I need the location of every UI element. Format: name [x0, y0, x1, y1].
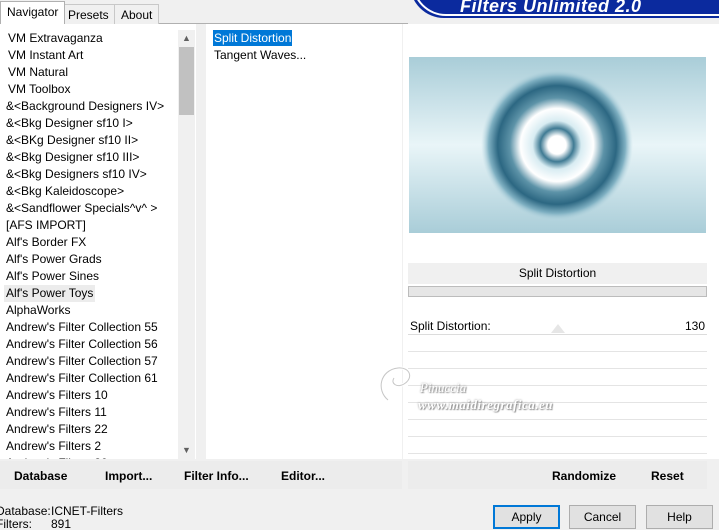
category-item[interactable]: Andrew's Filters 10 [4, 387, 110, 404]
category-item[interactable]: &<Sandflower Specials^v^ > [4, 200, 159, 217]
database-value: ICNET-Filters [51, 504, 123, 518]
import-button[interactable]: Import... [105, 468, 152, 484]
reset-button[interactable]: Reset [651, 468, 684, 484]
category-item[interactable]: Andrew's Filters 2 [4, 438, 103, 455]
apply-button[interactable]: Apply [493, 505, 560, 529]
category-item[interactable]: Andrew's Filters 22 [4, 421, 110, 438]
category-item[interactable]: AlphaWorks [4, 302, 72, 319]
chevron-down-icon[interactable]: ▼ [178, 442, 195, 459]
database-label: Database: [0, 504, 51, 518]
category-item[interactable]: Alf's Power Sines [4, 268, 101, 285]
category-item[interactable]: Andrew's Filter Collection 56 [4, 336, 160, 353]
empty-param-row [408, 436, 707, 437]
category-item[interactable]: &<Bkg Designer sf10 III> [4, 149, 141, 166]
filter-item-tangent-waves[interactable]: Tangent Waves... [213, 47, 307, 63]
category-item[interactable]: Andrew's Filters 11 [4, 404, 109, 421]
category-item[interactable]: &<Bkg Designers sf10 IV> [4, 166, 149, 183]
category-item[interactable]: Alf's Power Grads [4, 251, 104, 268]
scrollbar-thumb[interactable] [179, 47, 194, 115]
watermark-line1: Pinuccia [420, 380, 467, 395]
category-item[interactable]: Alf's Power Toys [4, 285, 96, 302]
category-list[interactable]: VM Extravaganza VM Instant Art VM Natural V… [0, 24, 196, 459]
watermark-line2: www.maidiregrafica.eu [418, 397, 553, 412]
tab-navigator[interactable]: Navigator [0, 1, 66, 24]
database-button[interactable]: Database [14, 468, 67, 484]
param-label: Split Distortion: [410, 319, 491, 333]
category-item[interactable]: &<Bkg Kaleidoscope> [4, 183, 126, 200]
category-item[interactable]: Andrew's Filter Collection 55 [4, 319, 160, 336]
preview-graphic [409, 57, 706, 233]
category-item[interactable]: VM Natural [6, 64, 70, 81]
tab-presets[interactable]: Presets [61, 4, 116, 24]
cancel-button[interactable]: Cancel [569, 505, 636, 529]
category-item[interactable]: [AFS IMPORT] [4, 217, 88, 234]
param-value: 130 [684, 319, 705, 333]
chevron-up-icon[interactable]: ▲ [178, 30, 195, 47]
help-button[interactable]: Help [646, 505, 713, 529]
tab-strip: Navigator Presets About [0, 0, 719, 24]
category-item[interactable]: &<Bkg Designer sf10 I> [4, 115, 135, 132]
progress-bar [408, 286, 707, 297]
category-item[interactable]: &<Background Designers IV> [4, 98, 166, 115]
category-item[interactable]: VM Instant Art [6, 47, 85, 64]
randomize-button[interactable]: Randomize [552, 468, 616, 484]
slider-marker[interactable] [550, 324, 565, 333]
filters-count-label: Filters: [0, 517, 32, 530]
category-item[interactable]: &<BKg Designer sf10 II> [4, 132, 140, 149]
category-item[interactable]: Andrew's Filter Collection 61 [4, 370, 160, 387]
filters-count-value: 891 [51, 517, 72, 530]
preview-image [409, 57, 706, 233]
category-item[interactable]: Andrew's Filter Collection 57 [4, 353, 160, 370]
editor-button[interactable]: Editor... [281, 468, 325, 484]
category-item[interactable]: VM Toolbox [6, 81, 72, 98]
filter-title: Split Distortion [408, 263, 707, 284]
category-item[interactable]: Alf's Border FX [4, 234, 88, 251]
empty-param-row [408, 351, 707, 352]
filter-item-split-distortion[interactable]: Split Distortion [213, 30, 293, 46]
category-item[interactable]: VM Extravaganza [6, 30, 105, 47]
filter-info-button[interactable]: Filter Info... [184, 468, 249, 484]
empty-param-row [408, 453, 707, 454]
tab-about[interactable]: About [114, 4, 160, 24]
category-item[interactable]: Andrew's Filters 30 [4, 455, 110, 459]
param-slider-track[interactable] [408, 334, 707, 335]
category-scrollbar[interactable]: ▲ ▼ [178, 30, 195, 459]
